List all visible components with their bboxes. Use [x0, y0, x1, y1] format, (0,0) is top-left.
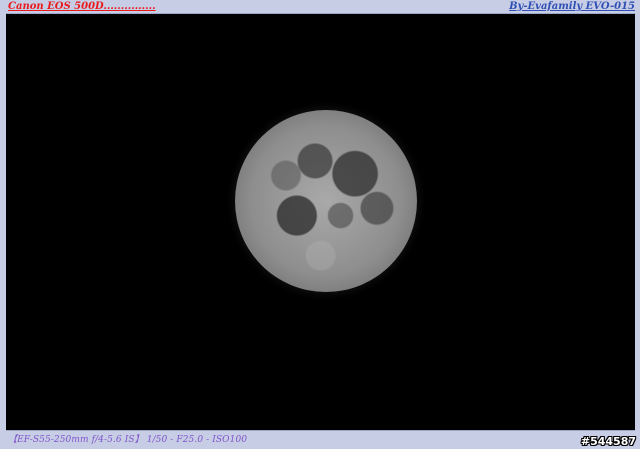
exif-caption: 【EF-S55-250mm f/4-5.6 IS】 1/50 - F25.0 -… [8, 435, 248, 445]
camera-model-watermark: Canon EOS 500D............... [8, 1, 156, 12]
photo-frame: Canon EOS 500D............... By-Evafami… [0, 0, 640, 449]
author-watermark: By-Evafamily EVO-015 [509, 1, 635, 12]
photo-id-label: #544587 [580, 435, 636, 448]
moon-photo [6, 13, 635, 431]
moon [235, 110, 417, 292]
